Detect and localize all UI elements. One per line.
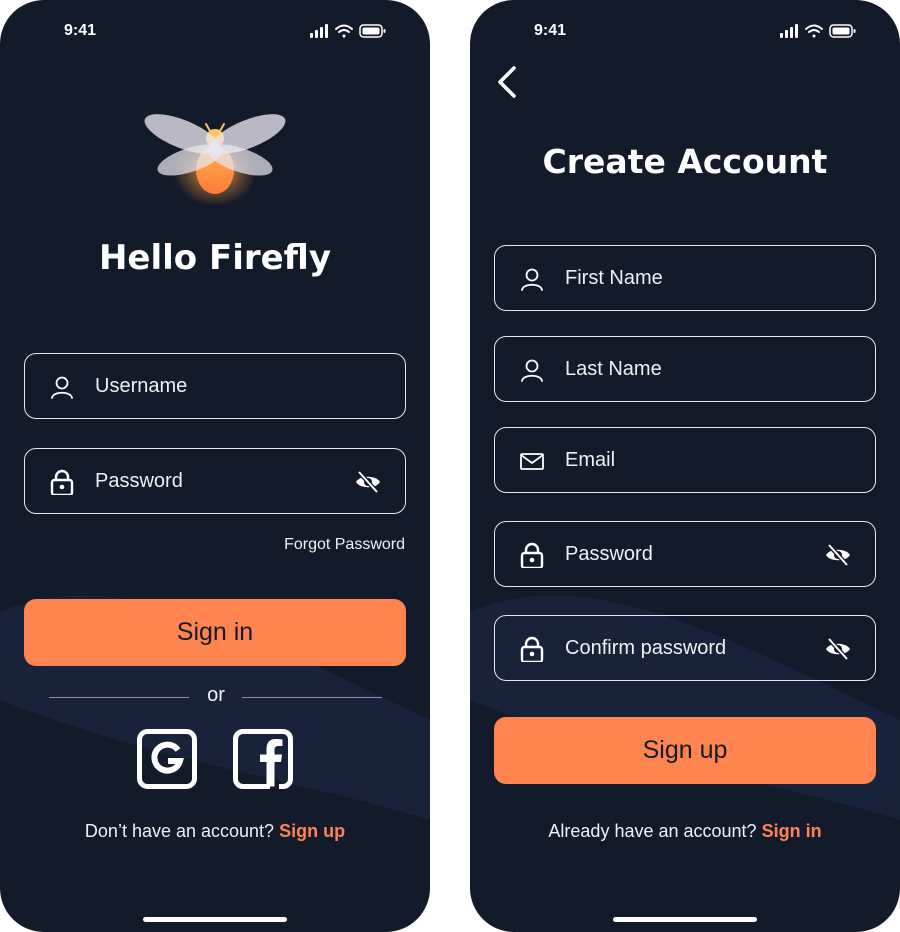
user-icon bbox=[521, 268, 543, 291]
signup-link[interactable]: Sign up bbox=[279, 821, 345, 841]
signin-prompt: Already have an account? Sign in bbox=[470, 821, 900, 842]
user-icon bbox=[521, 359, 543, 382]
status-time: 9:41 bbox=[534, 22, 567, 39]
divider-line-right bbox=[242, 697, 382, 698]
password-placeholder: Password bbox=[565, 543, 653, 565]
signin-screen: 9:41 Hello Firefly Username Password For… bbox=[0, 0, 430, 932]
page-title: Hello Firefly bbox=[98, 238, 332, 278]
first-name-placeholder: First Name bbox=[565, 267, 663, 289]
eye-off-icon[interactable] bbox=[825, 636, 851, 662]
status-icons bbox=[310, 24, 386, 38]
lock-icon bbox=[520, 542, 544, 568]
status-bar: 9:41 bbox=[470, 0, 900, 60]
username-placeholder: Username bbox=[95, 375, 188, 397]
mail-icon bbox=[520, 453, 544, 470]
wifi-icon bbox=[805, 24, 823, 38]
chevron-left-icon[interactable] bbox=[494, 64, 524, 100]
last-name-placeholder: Last Name bbox=[565, 358, 662, 380]
password-field[interactable]: Password bbox=[24, 448, 406, 514]
signup-prompt: Don’t have an account? Sign up bbox=[0, 821, 430, 842]
firefly-logo bbox=[144, 114, 286, 206]
signal-icon bbox=[310, 24, 328, 38]
eye-off-icon[interactable] bbox=[355, 469, 381, 495]
battery-icon bbox=[359, 24, 386, 38]
lock-icon bbox=[50, 469, 74, 495]
page-title: Create Account bbox=[542, 142, 828, 181]
first-name-field[interactable]: First Name bbox=[494, 245, 876, 311]
email-placeholder: Email bbox=[565, 449, 616, 471]
email-field[interactable]: Email bbox=[494, 427, 876, 493]
confirm-password-placeholder: Confirm password bbox=[565, 637, 727, 659]
divider-or-text: or bbox=[207, 684, 225, 706]
google-icon[interactable] bbox=[137, 729, 197, 789]
password-field[interactable]: Password bbox=[494, 521, 876, 587]
forgot-password-link[interactable]: Forgot Password bbox=[284, 536, 405, 554]
user-icon bbox=[51, 376, 73, 399]
wifi-icon bbox=[335, 24, 353, 38]
signup-button[interactable]: Sign up bbox=[494, 717, 876, 784]
status-bar: 9:41 bbox=[0, 0, 430, 60]
confirm-password-field[interactable]: Confirm password bbox=[494, 615, 876, 681]
signin-prompt-text: Already have an account? bbox=[548, 821, 757, 841]
username-field[interactable]: Username bbox=[24, 353, 406, 419]
home-indicator[interactable] bbox=[143, 917, 287, 922]
signal-icon bbox=[780, 24, 798, 38]
battery-icon bbox=[829, 24, 856, 38]
signin-button[interactable]: Sign in bbox=[24, 599, 406, 666]
home-indicator[interactable] bbox=[613, 917, 757, 922]
facebook-icon[interactable] bbox=[233, 729, 293, 789]
status-icons bbox=[780, 24, 856, 38]
lock-icon bbox=[520, 636, 544, 662]
signup-screen: 9:41 Create Account First Name Last Name… bbox=[470, 0, 900, 932]
divider-line-left bbox=[49, 697, 189, 698]
last-name-field[interactable]: Last Name bbox=[494, 336, 876, 402]
signup-prompt-text: Don’t have an account? bbox=[84, 821, 275, 841]
status-time: 9:41 bbox=[64, 22, 97, 39]
password-placeholder: Password bbox=[95, 470, 183, 492]
signin-link[interactable]: Sign in bbox=[762, 821, 822, 841]
eye-off-icon[interactable] bbox=[825, 542, 851, 568]
